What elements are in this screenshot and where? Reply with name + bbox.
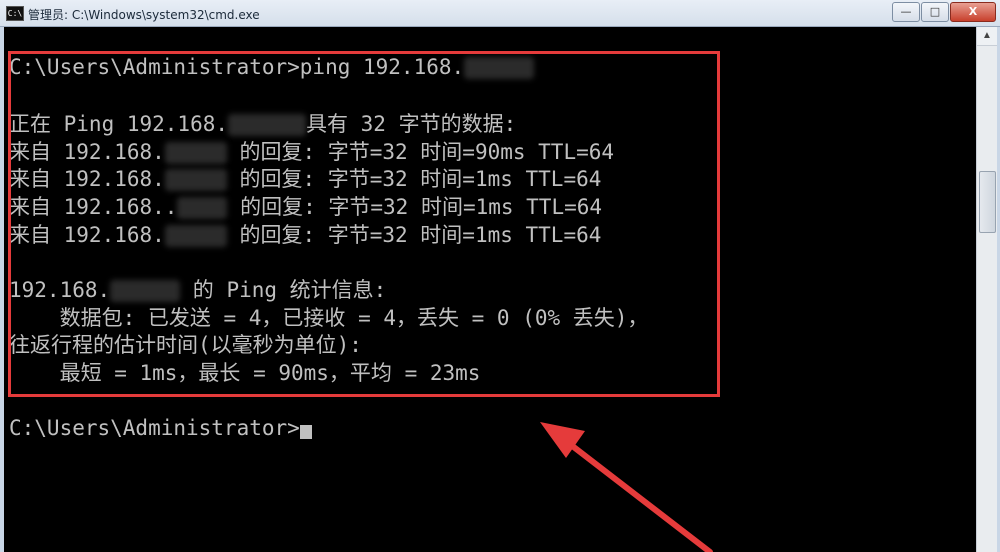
cmd-window: C:\ 管理员: C:\Windows\system32\cmd.exe — □… bbox=[0, 0, 1000, 552]
arrow-shaft bbox=[559, 435, 713, 552]
annotation-arrow bbox=[540, 422, 713, 552]
